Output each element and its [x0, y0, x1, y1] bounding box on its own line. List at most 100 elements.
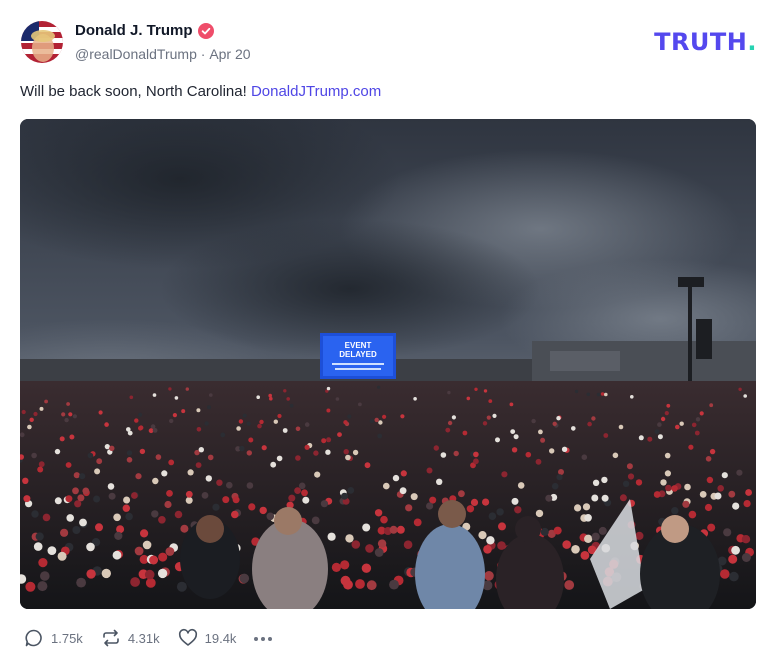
crowd-person — [486, 536, 495, 545]
crowd-person — [531, 418, 536, 424]
crowd-person — [326, 408, 331, 413]
crowd-person — [161, 470, 168, 477]
crowd-person — [273, 419, 278, 424]
crowd-person — [79, 518, 87, 527]
crowd-person — [195, 462, 202, 468]
crowd-person — [246, 482, 254, 489]
crowd-person — [743, 500, 751, 508]
crowd-person — [691, 422, 697, 428]
crowd-person — [181, 409, 186, 414]
crowd-person — [458, 490, 465, 498]
crowd-person — [654, 429, 660, 434]
crowd-person — [304, 422, 310, 427]
crowd-person — [511, 497, 519, 505]
crowd-person — [257, 423, 262, 429]
crowd-person — [618, 424, 624, 430]
crowd-person — [248, 503, 256, 511]
avatar[interactable] — [21, 21, 63, 63]
crowd-person — [86, 542, 95, 552]
crowd-person — [313, 450, 319, 456]
crowd-person — [741, 535, 751, 544]
crowd-person — [204, 421, 209, 426]
crowd-person — [513, 434, 519, 440]
crowd-person — [484, 571, 494, 581]
crowd-person — [361, 563, 372, 573]
crowd-person — [239, 573, 250, 584]
reply-button[interactable]: 1.75k — [24, 628, 83, 648]
crowd-person — [709, 448, 716, 455]
crowd-person — [302, 496, 310, 504]
crowd-person — [311, 516, 320, 525]
crowd-person — [496, 508, 504, 516]
crowd-person — [728, 490, 736, 498]
display-name[interactable]: Donald J. Trump — [75, 22, 193, 39]
crowd-person — [326, 437, 332, 443]
crowd-person — [591, 494, 599, 502]
crowd-person — [601, 476, 608, 484]
crowd-person — [706, 476, 714, 484]
crowd-person — [553, 526, 562, 535]
crowd-person — [98, 410, 103, 415]
crowd-person — [581, 454, 588, 461]
post-date[interactable]: Apr 20 — [209, 46, 250, 62]
crowd-person — [447, 390, 451, 395]
crowd-person — [266, 512, 275, 521]
crowd-person — [580, 551, 590, 560]
svg-text:EVENT: EVENT — [345, 341, 372, 350]
crowd-person — [142, 540, 152, 550]
crowd-person — [152, 393, 157, 397]
crowd-person — [717, 485, 724, 492]
crowd-person — [400, 470, 407, 477]
crowd-person — [326, 386, 331, 391]
crowd-person — [259, 506, 267, 515]
crowd-person — [47, 546, 57, 555]
crowd-person — [198, 447, 204, 453]
crowd-person — [131, 492, 138, 499]
crowd-person — [389, 525, 398, 534]
user-handle[interactable]: @realDonaldTrump — [75, 46, 197, 62]
crowd-person — [488, 512, 497, 520]
crowd-person — [87, 452, 94, 459]
crowd-person — [314, 471, 321, 478]
like-button[interactable]: 19.4k — [178, 628, 237, 648]
crowd-person — [647, 436, 653, 442]
truth-post-card: Donald J. Trump @realDonaldTrump · Apr 2… — [0, 0, 777, 671]
crowd-person — [392, 474, 400, 482]
crowd-person — [501, 471, 508, 478]
crowd-person — [562, 540, 571, 549]
crowd-person — [347, 414, 352, 419]
crowd-person — [695, 417, 701, 422]
crowd-person — [380, 515, 388, 524]
crowd-person — [591, 532, 600, 541]
crowd-person — [517, 482, 525, 489]
more-options-button[interactable] — [254, 635, 273, 641]
crowd-person — [525, 451, 532, 458]
crowd-person — [276, 455, 283, 462]
crowd-person — [574, 504, 582, 512]
crowd-person — [242, 413, 247, 418]
crowd-person — [59, 436, 65, 442]
post-image[interactable]: EVENT DELAYED — [20, 119, 756, 609]
crowd-person — [108, 492, 116, 500]
logo-dot: . — [747, 28, 757, 56]
crowd-person — [22, 477, 29, 484]
crowd-person — [451, 415, 456, 420]
crowd-person — [246, 450, 252, 456]
crowd-person — [630, 395, 634, 399]
crowd-person — [66, 514, 74, 522]
avatar-image — [21, 21, 63, 63]
crowd-person — [37, 581, 48, 592]
like-count: 19.4k — [204, 630, 237, 646]
crowd-person — [426, 502, 434, 510]
crowd-person — [714, 492, 722, 500]
crowd-person — [216, 479, 223, 486]
crowd-person — [226, 481, 233, 489]
crowd-person — [321, 438, 327, 444]
crowd-person — [125, 512, 133, 521]
crowd-person — [571, 545, 580, 554]
retruth-button[interactable]: 4.31k — [101, 628, 160, 648]
crowd-person — [69, 434, 75, 440]
post-link[interactable]: DonaldJTrump.com — [251, 83, 381, 100]
crowd-person — [558, 469, 564, 475]
crowd-person — [731, 545, 740, 555]
